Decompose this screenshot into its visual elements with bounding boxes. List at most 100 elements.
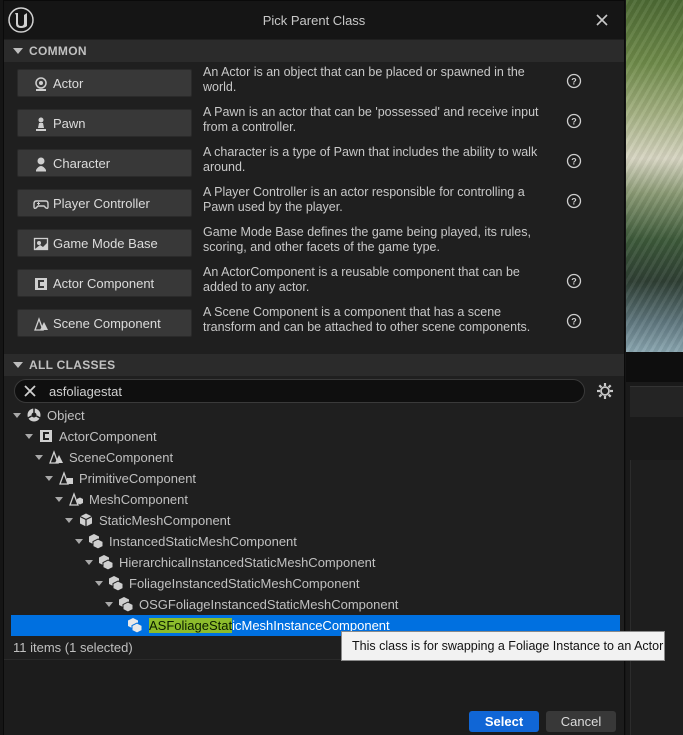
help-icon[interactable]: ? (566, 73, 582, 89)
static-mesh-icon (128, 618, 143, 633)
expand-arrow-icon (35, 455, 43, 460)
scene-component-class-button[interactable]: Scene Component (17, 309, 192, 337)
help-icon[interactable]: ? (566, 153, 582, 169)
expand-arrow-icon (95, 581, 103, 586)
help-icon[interactable]: ? (566, 193, 582, 209)
tree-node-label: InstancedStaticMeshComponent (109, 534, 297, 549)
common-section-label: COMMON (29, 44, 87, 58)
character-icon (36, 157, 46, 172)
common-row-player-controller: Player Controller A Player Controller is… (17, 185, 617, 221)
tree-node-label: SceneComponent (69, 450, 174, 465)
common-row-actor: Actor An Actor is an object that can be … (17, 65, 617, 101)
game-mode-icon (33, 237, 49, 251)
game-mode-base-description: Game Mode Base defines the game being pl… (203, 225, 531, 254)
common-row-character: Character A character is a type of Pawn … (17, 145, 617, 181)
actor-component-icon (40, 430, 52, 442)
object-icon (27, 408, 41, 422)
tree-node-label: MeshComponent (89, 492, 188, 507)
help-icon[interactable]: ? (566, 113, 582, 129)
tree-node-primitivecomponent[interactable]: PrimitiveComponent (10, 468, 260, 489)
class-search-input[interactable]: asfoliagestat (14, 379, 585, 403)
search-match-highlight: ASFoliageStat (149, 618, 233, 633)
actor-component-description: An ActorComponent is a reusable componen… (203, 265, 520, 294)
svg-text:?: ? (571, 77, 577, 87)
pawn-class-button[interactable]: Pawn (17, 109, 192, 137)
scene-component-icon (49, 450, 63, 464)
game-mode-base-class-button[interactable]: Game Mode Base (17, 229, 192, 257)
editor-panel (630, 460, 683, 735)
expand-arrow-icon (13, 413, 21, 418)
svg-text:?: ? (571, 117, 577, 127)
actor-icon (35, 77, 47, 91)
expand-arrow-icon (65, 518, 73, 523)
viewport-background (626, 0, 683, 352)
expand-arrow-icon (105, 602, 113, 607)
primitive-component-icon (59, 471, 73, 485)
scene-component-button-label: Scene Component (53, 316, 161, 331)
character-button-label: Character (53, 156, 111, 171)
class-search-row: asfoliagestat (12, 379, 620, 405)
class-tooltip: This class is for swapping a Foliage Ins… (341, 631, 665, 661)
static-mesh-icon (89, 534, 104, 549)
tree-node-instancedstaticmeshcomponent[interactable]: InstancedStaticMeshComponent (10, 531, 330, 552)
gear-icon[interactable] (596, 382, 614, 400)
expand-arrow-icon (85, 560, 93, 565)
svg-text:?: ? (571, 317, 577, 327)
tree-node-object[interactable]: Object (10, 405, 210, 426)
expand-arrow-icon (75, 539, 83, 544)
tree-node-label: Object (47, 408, 85, 423)
pick-parent-class-dialog: Pick Parent Class COMMON Actor An Actor … (3, 0, 625, 735)
class-tree: Object ActorComponent SceneComponent Pri… (10, 405, 620, 636)
svg-text:?: ? (571, 197, 577, 207)
game-mode-base-button-label: Game Mode Base (53, 236, 158, 251)
tree-node-staticmeshcomponent[interactable]: StaticMeshComponent (10, 510, 310, 531)
common-row-pawn: Pawn A Pawn is an actor that can be 'pos… (17, 105, 617, 141)
dialog-title: Pick Parent Class (262, 13, 366, 28)
tree-node-label: ActorComponent (59, 429, 157, 444)
tree-node-hierarchicalinstancedstaticmeshcomponent[interactable]: HierarchicalInstancedStaticMeshComponent (10, 552, 410, 573)
tree-node-osgfoliageinstancedstaticmeshcomponent[interactable]: OSGFoliageInstancedStaticMeshComponent (10, 594, 430, 615)
static-mesh-icon (99, 555, 114, 570)
player-controller-class-button[interactable]: Player Controller (17, 189, 192, 217)
actor-component-class-button[interactable]: Actor Component (17, 269, 192, 297)
tree-node-foliageinstancedstaticmeshcomponent[interactable]: FoliageInstancedStaticMeshComponent (10, 573, 410, 594)
editor-toolbar (626, 352, 683, 382)
player-controller-description: A Player Controller is an actor responsi… (203, 185, 525, 214)
help-icon[interactable]: ? (566, 273, 582, 289)
pawn-button-label: Pawn (53, 116, 86, 131)
static-mesh-icon (119, 597, 134, 612)
character-class-button[interactable]: Character (17, 149, 192, 177)
mesh-component-icon (69, 492, 83, 506)
select-button[interactable]: Select (469, 711, 539, 732)
tree-node-scenecomponent[interactable]: SceneComponent (10, 447, 260, 468)
collapse-arrow-icon (13, 48, 23, 54)
character-description: A character is a type of Pawn that inclu… (203, 145, 538, 174)
gamepad-icon (33, 200, 49, 210)
common-section-header[interactable]: COMMON (4, 40, 624, 62)
expand-arrow-icon (25, 434, 33, 439)
all-classes-section-label: ALL CLASSES (29, 358, 116, 372)
actor-component-button-label: Actor Component (53, 276, 155, 291)
svg-text:?: ? (571, 277, 577, 287)
cancel-button[interactable]: Cancel (546, 711, 616, 732)
actor-component-icon (35, 278, 47, 290)
tree-node-label: OSGFoliageInstancedStaticMeshComponent (139, 597, 399, 612)
all-classes-section-header[interactable]: ALL CLASSES (4, 354, 624, 376)
clear-search-icon[interactable] (23, 384, 37, 398)
static-mesh-icon (79, 513, 93, 527)
tree-node-label: FoliageInstancedStaticMeshComponent (129, 576, 360, 591)
tree-node-label: PrimitiveComponent (79, 471, 197, 486)
actor-button-label: Actor (53, 76, 84, 91)
pawn-icon (36, 117, 46, 131)
svg-text:?: ? (571, 157, 577, 167)
actor-class-button[interactable]: Actor (17, 69, 192, 97)
tree-node-actorcomponent[interactable]: ActorComponent (10, 426, 210, 447)
close-icon[interactable] (594, 12, 610, 28)
scene-component-icon (34, 317, 48, 331)
collapse-arrow-icon (13, 362, 23, 368)
expand-arrow-icon (55, 497, 63, 502)
help-icon[interactable]: ? (566, 313, 582, 329)
title-bar: Pick Parent Class (4, 1, 624, 39)
tree-node-meshcomponent[interactable]: MeshComponent (10, 489, 260, 510)
static-mesh-icon (109, 576, 124, 591)
